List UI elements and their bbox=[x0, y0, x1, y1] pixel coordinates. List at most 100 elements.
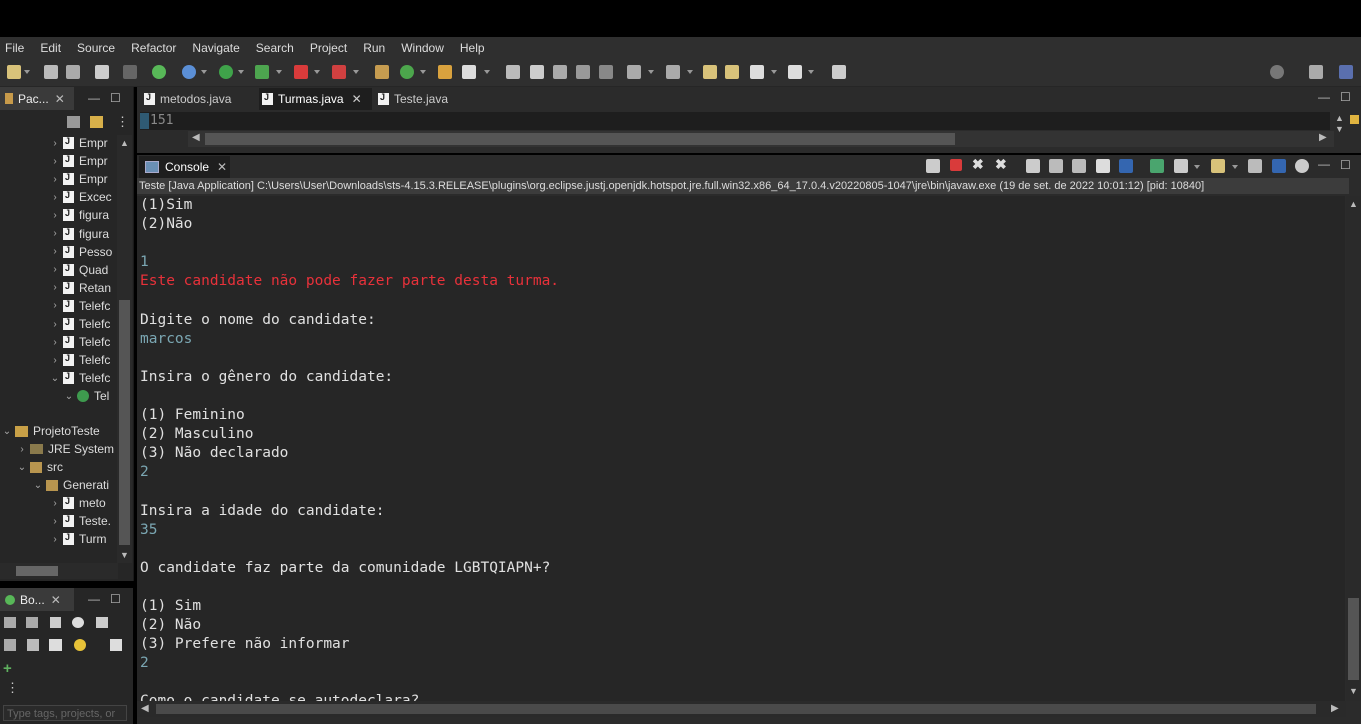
show-whitespace-icon[interactable] bbox=[576, 65, 590, 79]
close-icon[interactable]: ✕ bbox=[352, 92, 362, 106]
back-icon[interactable] bbox=[750, 65, 764, 79]
chevron-right-icon[interactable]: › bbox=[50, 174, 60, 185]
menu-search[interactable]: Search bbox=[251, 41, 305, 55]
scroll-right-icon[interactable]: ▶ bbox=[1319, 132, 1327, 143]
tree-item[interactable]: ⌄ ProjetoTeste bbox=[2, 422, 100, 440]
pilcrow-icon[interactable] bbox=[599, 65, 613, 79]
scroll-lock-icon[interactable] bbox=[926, 159, 940, 173]
editor-tab[interactable]: metodos.java bbox=[141, 88, 257, 110]
tree-item[interactable]: ⌄ Telefc bbox=[50, 369, 111, 387]
block-select-icon[interactable] bbox=[553, 65, 567, 79]
chevron-right-icon[interactable]: › bbox=[50, 534, 60, 545]
boot-filter-input[interactable]: Type tags, projects, or bbox=[3, 705, 127, 721]
scroll-lock-2-icon[interactable] bbox=[1049, 159, 1063, 173]
edit-icon[interactable] bbox=[27, 639, 39, 651]
console-output[interactable]: (1)Sim (2)Não 1 Este candidate não pode faz… bbox=[137, 196, 1345, 701]
scroll-right-icon[interactable]: ▶ bbox=[1331, 703, 1339, 714]
menu-navigate[interactable]: Navigate bbox=[187, 41, 250, 55]
deploy-icon[interactable] bbox=[49, 639, 62, 651]
tree-item[interactable]: › Retan bbox=[50, 279, 111, 297]
refresh-icon[interactable] bbox=[4, 639, 16, 651]
filter-icon[interactable] bbox=[110, 639, 122, 651]
open-browser-icon[interactable] bbox=[72, 617, 84, 628]
chevron-right-icon[interactable]: › bbox=[50, 282, 60, 293]
clear-console-icon[interactable] bbox=[1026, 159, 1040, 173]
chevron-right-icon[interactable]: › bbox=[50, 156, 60, 167]
minimize-icon[interactable]: — bbox=[88, 592, 100, 606]
debug-icon[interactable] bbox=[182, 65, 196, 79]
package-vertical-scroll-thumb[interactable] bbox=[119, 300, 130, 545]
collapse-all-icon[interactable] bbox=[67, 116, 80, 128]
forward-icon[interactable] bbox=[788, 65, 802, 79]
tree-item[interactable]: › Telefc bbox=[50, 333, 110, 351]
search-icon[interactable] bbox=[1270, 65, 1284, 79]
maximize-icon[interactable]: ☐ bbox=[110, 592, 121, 606]
pen-icon[interactable] bbox=[530, 65, 544, 79]
terminal-icon[interactable] bbox=[95, 65, 109, 79]
editor-horizontal-scroll-thumb[interactable] bbox=[205, 133, 955, 145]
chevron-right-icon[interactable]: › bbox=[50, 210, 60, 221]
scroll-down-icon[interactable]: ▼ bbox=[120, 550, 129, 560]
scroll-up-icon[interactable]: ▲ bbox=[1335, 113, 1344, 123]
chevron-right-icon[interactable]: › bbox=[50, 246, 60, 257]
remove-launch-icon[interactable]: ✖ bbox=[972, 156, 984, 173]
open-perspective-icon[interactable] bbox=[1309, 65, 1323, 79]
copy-icon[interactable] bbox=[1248, 159, 1262, 173]
last-edit-icon[interactable] bbox=[703, 65, 717, 79]
chevron-right-icon[interactable]: › bbox=[50, 355, 60, 366]
scroll-left-icon[interactable]: ◀ bbox=[192, 132, 200, 143]
mark-occurrences-icon[interactable] bbox=[506, 65, 520, 79]
close-icon[interactable]: ✕ bbox=[51, 593, 61, 607]
add-icon[interactable]: + bbox=[3, 660, 12, 677]
bulb-icon[interactable] bbox=[74, 639, 86, 651]
terminate-icon[interactable] bbox=[950, 159, 962, 171]
tree-item[interactable]: › Pesso bbox=[50, 243, 112, 261]
menu-window[interactable]: Window bbox=[396, 41, 455, 55]
tree-item[interactable]: › Empr bbox=[50, 152, 107, 170]
stop-icon[interactable] bbox=[294, 65, 308, 79]
chevron-right-icon[interactable]: › bbox=[50, 138, 60, 149]
menu-source[interactable]: Source bbox=[72, 41, 126, 55]
link-editor-icon[interactable] bbox=[90, 116, 103, 128]
close-icon[interactable]: ✕ bbox=[55, 92, 65, 106]
display-console-icon[interactable] bbox=[1174, 159, 1188, 173]
tree-item[interactable]: › Turm bbox=[50, 530, 106, 548]
chevron-right-icon[interactable]: › bbox=[50, 300, 60, 311]
console-tab[interactable]: Console ✕ bbox=[139, 156, 230, 178]
scroll-down-icon[interactable]: ▼ bbox=[1349, 686, 1358, 696]
tree-item[interactable]: › Empr bbox=[50, 134, 107, 152]
boot-icon[interactable] bbox=[152, 65, 166, 79]
next-edit-icon[interactable] bbox=[725, 65, 739, 79]
tree-item[interactable]: › Telefc bbox=[50, 315, 110, 333]
pin-console-icon[interactable] bbox=[1150, 159, 1164, 173]
settings-icon[interactable] bbox=[1295, 159, 1309, 173]
prev-annotation-icon[interactable] bbox=[666, 65, 680, 79]
tree-item[interactable]: › Excec bbox=[50, 188, 111, 206]
scroll-down-icon[interactable]: ▼ bbox=[1335, 124, 1344, 134]
tree-item[interactable]: › Teste. bbox=[50, 512, 111, 530]
close-icon[interactable]: ✕ bbox=[217, 160, 227, 174]
chevron-right-icon[interactable]: › bbox=[50, 264, 60, 275]
menu-file[interactable]: File bbox=[0, 41, 35, 55]
console-vertical-scroll-thumb[interactable] bbox=[1348, 598, 1359, 680]
tree-item[interactable]: › Telefc bbox=[50, 351, 110, 369]
word-wrap-icon[interactable] bbox=[1072, 159, 1086, 173]
chevron-down-icon[interactable]: ⌄ bbox=[33, 480, 43, 491]
show-stdout-icon[interactable] bbox=[1096, 159, 1110, 173]
search-brush-icon[interactable] bbox=[462, 65, 476, 79]
debug-start-icon[interactable] bbox=[26, 617, 38, 628]
tree-item[interactable]: › meto bbox=[50, 494, 105, 512]
menu-refactor[interactable]: Refactor bbox=[126, 41, 187, 55]
editor-text-area[interactable] bbox=[140, 112, 1330, 130]
maximize-icon[interactable]: ☐ bbox=[110, 91, 121, 105]
minimize-icon[interactable]: — bbox=[1318, 90, 1330, 104]
menu-run[interactable]: Run bbox=[358, 41, 396, 55]
chevron-down-icon[interactable]: ⌄ bbox=[2, 426, 12, 437]
chevron-right-icon[interactable]: › bbox=[50, 337, 60, 348]
scroll-up-icon[interactable]: ▲ bbox=[120, 138, 129, 148]
chevron-right-icon[interactable]: › bbox=[50, 192, 60, 203]
chevron-right-icon[interactable]: › bbox=[50, 516, 60, 527]
tree-item[interactable]: › Quad bbox=[50, 261, 108, 279]
maximize-icon[interactable]: ☐ bbox=[1340, 158, 1351, 172]
tree-item[interactable]: ⌄ Tel bbox=[64, 387, 110, 405]
